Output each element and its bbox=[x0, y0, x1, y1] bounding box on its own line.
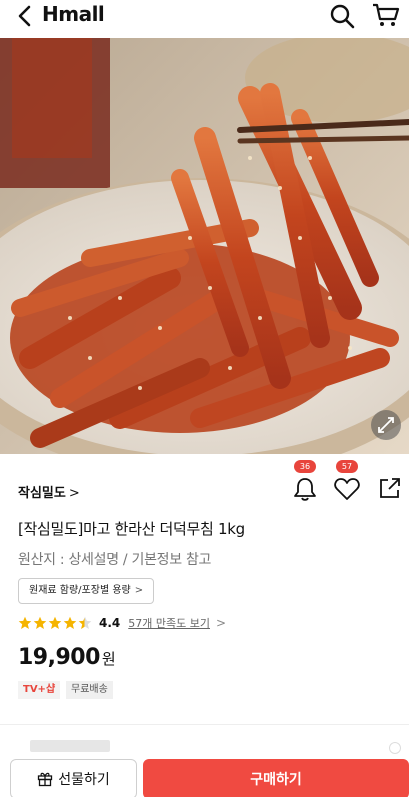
search-icon[interactable] bbox=[329, 3, 355, 29]
hmall-logo[interactable]: Hmall bbox=[42, 2, 105, 26]
brand-link[interactable]: 작심밀도 > bbox=[18, 482, 80, 501]
cart-icon[interactable] bbox=[372, 2, 400, 28]
rating-row: 4.4 57개 만족도 보기 > bbox=[18, 613, 226, 633]
ingredient-info-label: 원재료 함량/포장별 용량 bbox=[29, 585, 131, 596]
price-value: 19,900 bbox=[18, 645, 100, 670]
product-price: 19,900 원 bbox=[18, 645, 116, 670]
expand-icon bbox=[378, 417, 394, 433]
chevron-right-icon: > bbox=[134, 585, 144, 596]
section-divider bbox=[0, 724, 409, 725]
ingredient-info-button[interactable]: 원재료 함량/포장별 용량 > bbox=[18, 578, 155, 604]
buy-button[interactable]: 구매하기 bbox=[143, 759, 409, 797]
star-half-icon bbox=[78, 616, 92, 629]
bell-icon[interactable] bbox=[292, 476, 318, 502]
heart-icon[interactable] bbox=[333, 476, 361, 502]
star-icon bbox=[48, 616, 62, 629]
gift-button[interactable]: 선물하기 bbox=[10, 759, 137, 797]
free-shipping-tag: 무료배송 bbox=[66, 681, 113, 699]
gift-button-label: 선물하기 bbox=[58, 772, 110, 788]
like-count-badge: 57 bbox=[336, 460, 358, 473]
product-image[interactable] bbox=[0, 38, 409, 454]
star-icon bbox=[18, 616, 32, 629]
gift-icon bbox=[38, 772, 53, 787]
tv-shop-tag: TV+샵 bbox=[18, 681, 61, 699]
product-title: [작심밀도]마고 한라산 더덕무침 1kg bbox=[18, 520, 245, 538]
buy-button-label: 구매하기 bbox=[250, 772, 302, 788]
star-icon bbox=[63, 616, 77, 629]
rating-score: 4.4 bbox=[99, 616, 121, 630]
share-icon[interactable] bbox=[378, 476, 402, 500]
star-icon bbox=[33, 616, 47, 629]
brand-row: 작심밀도 > 36 57 bbox=[0, 460, 409, 510]
review-link[interactable]: 57개 만족도 보기 bbox=[128, 615, 210, 631]
bottom-purchase-bar: 선물하기 구매하기 bbox=[0, 755, 409, 797]
section-expand-icon[interactable] bbox=[389, 742, 401, 754]
chevron-right-icon: > bbox=[215, 616, 227, 630]
brand-chevron: > bbox=[68, 486, 80, 501]
product-origin: 원산지 : 상세설명 / 기본정보 참고 bbox=[18, 552, 212, 568]
back-icon[interactable] bbox=[14, 4, 36, 28]
expand-image-button[interactable] bbox=[371, 410, 401, 440]
price-currency: 원 bbox=[101, 650, 116, 668]
alarm-count-badge: 36 bbox=[294, 460, 316, 473]
brand-name: 작심밀도 bbox=[18, 486, 66, 501]
top-navigation-bar: Hmall bbox=[0, 0, 409, 38]
food-photo bbox=[0, 38, 409, 454]
next-section-header bbox=[30, 740, 110, 752]
